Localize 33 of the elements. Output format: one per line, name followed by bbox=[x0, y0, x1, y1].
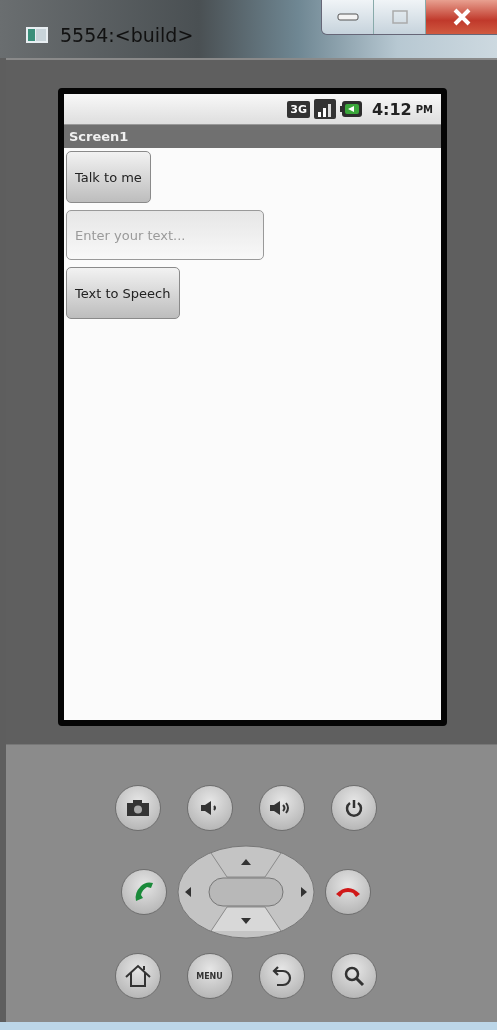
text-input-field[interactable]: Enter your text... bbox=[66, 210, 264, 260]
close-icon bbox=[452, 8, 472, 26]
call-key[interactable] bbox=[120, 869, 167, 915]
app-button[interactable]: Text to Speech bbox=[66, 267, 180, 319]
signal-icon bbox=[313, 99, 336, 119]
app-button[interactable]: Talk to me bbox=[66, 151, 151, 203]
home-key[interactable] bbox=[114, 953, 161, 999]
directional-pad[interactable] bbox=[176, 845, 315, 939]
volume-down-icon bbox=[200, 800, 219, 816]
network-icon: 3G bbox=[287, 100, 310, 118]
power-key[interactable] bbox=[330, 785, 377, 831]
volume-down-key[interactable] bbox=[186, 785, 233, 831]
battery-icon bbox=[339, 101, 362, 117]
window-title: 5554:<build> bbox=[60, 24, 194, 46]
volume-up-key[interactable] bbox=[258, 785, 305, 831]
clock-meridiem: PM bbox=[415, 103, 433, 115]
home-icon bbox=[123, 964, 152, 988]
maximize-icon bbox=[391, 10, 408, 24]
end-call-key[interactable] bbox=[324, 869, 371, 915]
hang-up-icon bbox=[334, 886, 361, 898]
back-key[interactable] bbox=[258, 953, 305, 999]
clock-time: 4:12 bbox=[371, 99, 412, 119]
power-icon bbox=[344, 799, 363, 817]
app-icon bbox=[26, 27, 48, 43]
menu-key[interactable]: MENU bbox=[186, 953, 233, 999]
camera-key[interactable] bbox=[114, 785, 161, 831]
camera-icon bbox=[126, 800, 149, 816]
search-key[interactable] bbox=[330, 953, 377, 999]
app-title: Screen1 bbox=[69, 129, 129, 144]
minimize-icon bbox=[336, 13, 359, 21]
back-icon bbox=[271, 965, 292, 987]
close-button[interactable] bbox=[426, 0, 497, 34]
search-icon bbox=[342, 965, 365, 987]
